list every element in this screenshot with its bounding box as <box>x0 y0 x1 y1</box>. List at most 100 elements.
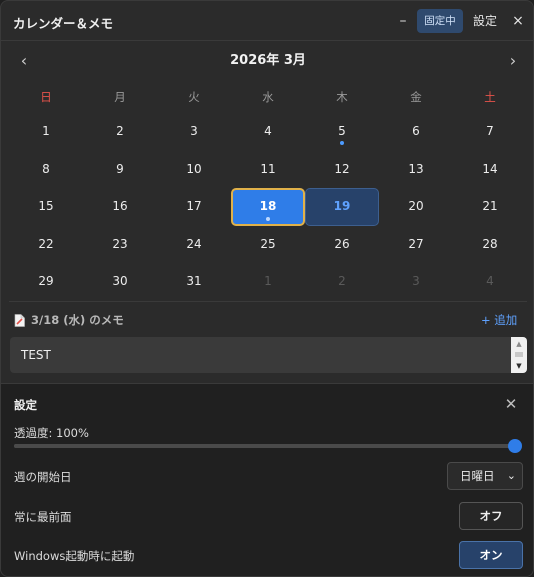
calendar-day[interactable]: 14 <box>453 151 527 189</box>
scroll-thumb[interactable] <box>515 352 523 357</box>
calendar-day-number: 31 <box>186 274 202 288</box>
calendar-day[interactable]: 20 <box>379 188 453 226</box>
calendar-day[interactable]: 22 <box>9 226 83 264</box>
calendar-day-number: 15 <box>38 199 54 213</box>
calendar-day[interactable]: 2 <box>83 113 157 151</box>
calendar-day[interactable]: 28 <box>453 226 527 264</box>
calendar-day-number: 5 <box>338 124 346 138</box>
calendar-day[interactable]: 10 <box>157 151 231 189</box>
calendar-day-number: 12 <box>334 161 350 176</box>
opacity-label: 透過度: 100% <box>14 426 89 440</box>
calendar-day[interactable]: 30 <box>83 263 157 301</box>
week-start-label: 週の開始日 <box>14 470 72 484</box>
always-on-top-label: 常に最前面 <box>14 510 72 524</box>
weekday-header: 水 <box>262 90 274 104</box>
calendar-day[interactable]: 7 <box>453 113 527 151</box>
calendar-day-number: 24 <box>186 236 202 251</box>
memo-indicator-dot <box>266 216 270 221</box>
weekday-header: 日 <box>40 90 52 104</box>
calendar-day[interactable]: 4 <box>231 113 305 151</box>
calendar-day-number: 17 <box>186 199 202 213</box>
calendar-day-number: 18 <box>259 199 277 213</box>
calendar-day[interactable]: 26 <box>305 226 379 264</box>
calendar-day[interactable]: 5 <box>305 113 379 151</box>
calendar-day-number: 11 <box>260 161 276 176</box>
startup-toggle[interactable]: オン <box>459 541 523 569</box>
calendar-day[interactable]: 3 <box>379 263 453 301</box>
prev-month-button[interactable]: ‹ <box>14 51 34 71</box>
calendar-day-number: 3 <box>190 124 198 138</box>
memo-title: 3/18 (水) のメモ <box>31 313 124 327</box>
calendar-day-number: 22 <box>38 236 54 251</box>
calendar-day[interactable]: 1 <box>9 113 83 151</box>
calendar-day-number: 13 <box>408 161 424 176</box>
calendar-day[interactable]: 19 <box>305 188 379 226</box>
calendar-day-number: 25 <box>260 236 276 251</box>
title-bar: カレンダー＆メモ – 固定中 設定 × <box>1 1 533 41</box>
calendar-day-number: 23 <box>112 236 128 251</box>
calendar-week-row: 22 23 24 25 26 27 28 <box>9 226 527 264</box>
calendar-day-number: 28 <box>482 236 498 251</box>
calendar-day[interactable]: 25 <box>231 226 305 264</box>
calendar-day[interactable]: 11 <box>231 151 305 189</box>
calendar-day-number: 7 <box>486 124 494 138</box>
calendar-day[interactable]: 29 <box>9 263 83 301</box>
minimize-button[interactable]: – <box>395 9 411 33</box>
calendar-day[interactable]: 23 <box>83 226 157 264</box>
memo-textarea[interactable]: TEST ▲ ▼ <box>10 337 527 373</box>
close-button[interactable]: × <box>509 9 527 33</box>
calendar-day-number: 16 <box>112 199 128 213</box>
scroll-up-arrow-icon[interactable]: ▲ <box>514 340 524 348</box>
memo-scrollbar[interactable]: ▲ ▼ <box>511 337 527 373</box>
calendar-grid: 日 月 火 水 木 金 土 1 2 3 4 5 6 7 8 9 10 11 12 13 14 15 16 17 1… <box>9 81 527 301</box>
calendar-day[interactable]: 13 <box>379 151 453 189</box>
calendar-day-number: 26 <box>334 236 350 251</box>
calendar-day[interactable]: 15 <box>9 188 83 226</box>
opacity-slider-fill <box>14 444 514 448</box>
calendar-day-number: 14 <box>482 161 498 176</box>
startup-label: Windows起動時に起動 <box>14 549 135 563</box>
app-title: カレンダー＆メモ <box>13 16 114 31</box>
calendar-day-number: 2 <box>116 124 124 138</box>
calendar-day[interactable]: 9 <box>83 151 157 189</box>
calendar-day-number: 19 <box>333 199 351 213</box>
calendar-day-number: 29 <box>38 274 54 288</box>
calendar-day[interactable]: 2 <box>305 263 379 301</box>
calendar-day[interactable]: 31 <box>157 263 231 301</box>
calendar-day[interactable]: 21 <box>453 188 527 226</box>
calendar-day[interactable]: 17 <box>157 188 231 226</box>
weekday-header: 木 <box>336 90 348 104</box>
weekday-header-row: 日 月 火 水 木 金 土 <box>9 81 527 113</box>
next-month-button[interactable]: › <box>503 51 523 71</box>
calendar-day-number: 1 <box>264 274 272 288</box>
week-start-select[interactable]: 日曜日 ⌄ <box>447 462 523 490</box>
calendar-day[interactable]: 12 <box>305 151 379 189</box>
weekday-header: 金 <box>410 90 422 104</box>
settings-close-icon[interactable]: ✕ <box>501 394 521 414</box>
calendar-day[interactable]: 27 <box>379 226 453 264</box>
pin-toggle-button[interactable]: 固定中 <box>417 9 463 33</box>
calendar-day[interactable]: 1 <box>231 263 305 301</box>
settings-button[interactable]: 設定 <box>469 9 501 33</box>
weekday-header: 火 <box>188 90 200 104</box>
scroll-down-arrow-icon[interactable]: ▼ <box>514 362 524 370</box>
calendar-day[interactable]: 3 <box>157 113 231 151</box>
calendar-day[interactable]: 4 <box>453 263 527 301</box>
calendar-week-row: 15 16 17 18 19 20 21 <box>9 188 527 226</box>
calendar-day[interactable]: 8 <box>9 151 83 189</box>
divider <box>9 301 527 302</box>
calendar-day[interactable]: 16 <box>83 188 157 226</box>
calendar-week-row: 29 30 31 1 2 3 4 <box>9 263 527 301</box>
calendar-day-number: 20 <box>408 199 424 213</box>
calendar-day[interactable]: 24 <box>157 226 231 264</box>
opacity-slider-track[interactable] <box>14 444 514 448</box>
add-memo-button[interactable]: + 追加 <box>481 312 517 328</box>
memo-content: TEST <box>21 348 51 362</box>
opacity-slider-thumb[interactable] <box>508 439 522 453</box>
calendar-day[interactable]: 6 <box>379 113 453 151</box>
calendar-day-number: 2 <box>338 274 346 288</box>
calendar-day[interactable]: 18 <box>231 188 305 226</box>
calendar-week-row: 1 2 3 4 5 6 7 <box>9 113 527 151</box>
always-on-top-toggle[interactable]: オフ <box>459 502 523 530</box>
week-start-value: 日曜日 <box>460 469 495 483</box>
